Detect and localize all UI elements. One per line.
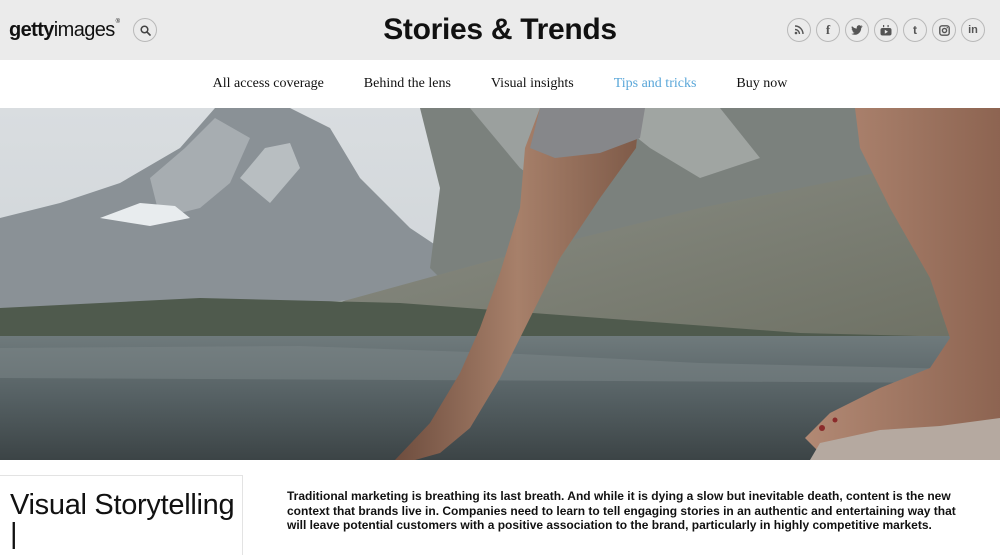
nav-item-all-access-coverage[interactable]: All access coverage — [213, 76, 324, 92]
main-nav: All access coverage Behind the lens Visu… — [0, 60, 1000, 108]
facebook-icon: f — [825, 22, 831, 37]
article-intro: Traditional marketing is breathing its l… — [287, 489, 956, 532]
nav-item-buy-now[interactable]: Buy now — [736, 76, 787, 92]
linkedin-icon: in — [968, 24, 978, 36]
linkedin-button[interactable]: in — [961, 18, 985, 42]
youtube-button[interactable] — [874, 18, 898, 42]
rss-button[interactable] — [787, 18, 811, 42]
instagram-icon — [938, 24, 950, 36]
hero-photo-mountain-lake-hands — [0, 108, 1000, 460]
site-header: gettyimages® Stories & Trends f t in — [0, 0, 1000, 60]
nav-item-visual-insights[interactable]: Visual insights — [491, 76, 574, 92]
headline-card: Visual Storytelling | — [0, 475, 243, 555]
tumblr-icon: t — [913, 23, 917, 37]
twitter-icon — [851, 25, 863, 35]
nav-item-behind-the-lens[interactable]: Behind the lens — [364, 76, 451, 92]
nav-item-tips-and-tricks[interactable]: Tips and tricks — [614, 76, 697, 92]
rss-icon — [794, 25, 804, 35]
youtube-icon — [880, 24, 892, 35]
facebook-button[interactable]: f — [816, 18, 840, 42]
instagram-button[interactable] — [932, 18, 956, 42]
tumblr-button[interactable]: t — [903, 18, 927, 42]
hero-image — [0, 108, 1000, 460]
social-links: f t in — [787, 18, 985, 42]
article-headline: Visual Storytelling | — [10, 489, 235, 550]
twitter-button[interactable] — [845, 18, 869, 42]
